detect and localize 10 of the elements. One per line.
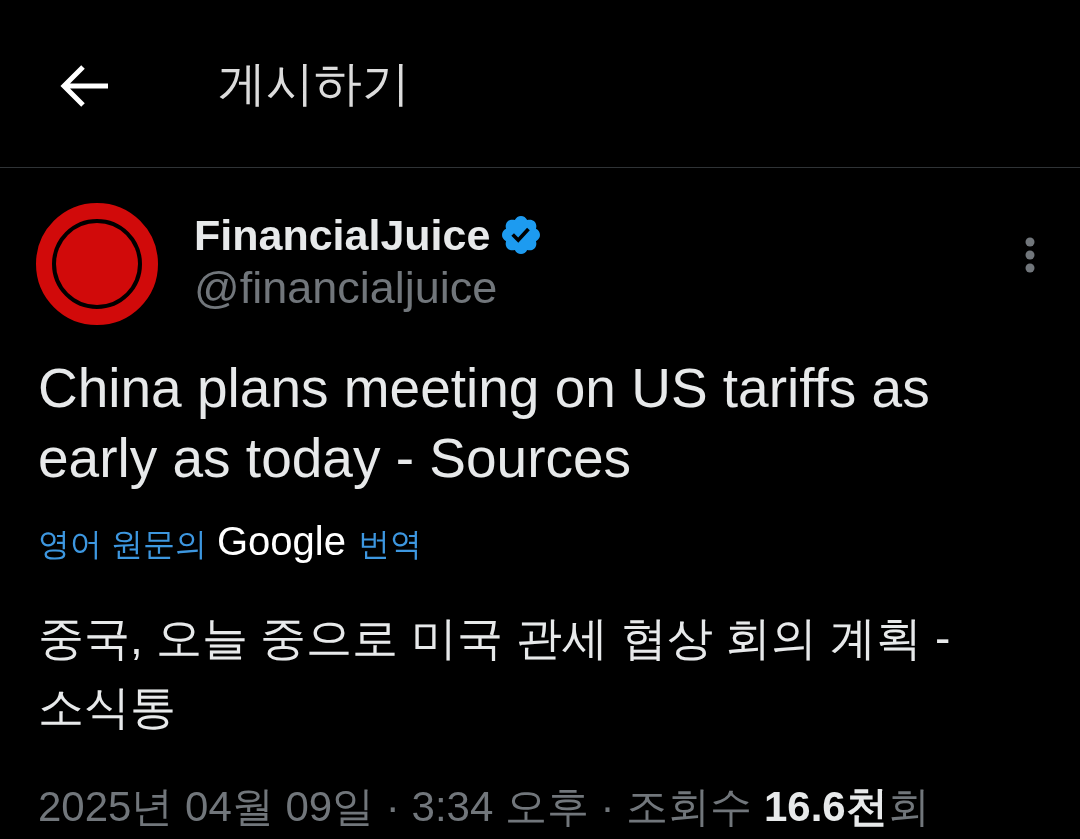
author-handle[interactable]: @financialjuice bbox=[194, 261, 541, 315]
more-options-icon[interactable] bbox=[1025, 237, 1035, 273]
post-timestamp-views: 2025년 04월 09일 · 3:34 오후 · 조회수 16.6천회 bbox=[38, 784, 931, 830]
profile-avatar[interactable] bbox=[36, 203, 158, 325]
author-name[interactable]: FinancialJuice bbox=[194, 209, 491, 261]
page-title: 게시하기 bbox=[218, 55, 410, 112]
translation-link[interactable]: 영어 원문의 Google 번역 bbox=[38, 519, 422, 566]
post-text: China plans meeting on US tariffs as early as today - Sources bbox=[38, 356, 931, 491]
back-arrow-icon[interactable] bbox=[60, 63, 108, 108]
translated-text: 중국, 오늘 중으로 미국 관세 협상 회의 계획 - 소식통 bbox=[38, 611, 952, 735]
